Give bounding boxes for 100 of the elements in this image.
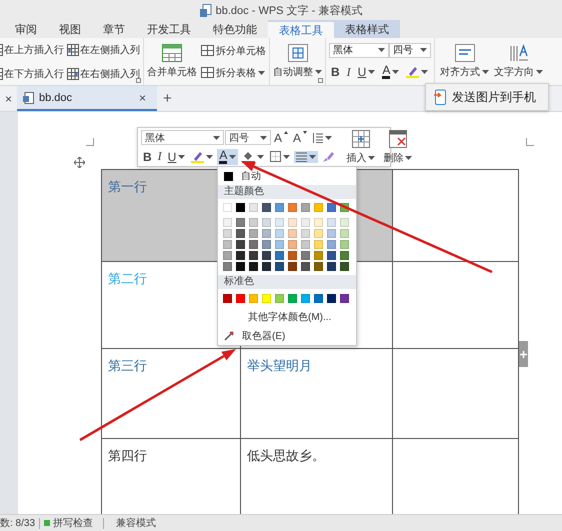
color-swatch[interactable] (224, 172, 233, 181)
ribbon-tab[interactable]: 视图 (48, 20, 92, 38)
move-handle-icon[interactable] (74, 157, 85, 168)
font-size-field[interactable]: 四号 (225, 130, 271, 145)
italic-button[interactable]: I (344, 64, 353, 80)
color-swatch[interactable] (327, 203, 336, 212)
font-color-button[interactable]: A (380, 64, 402, 80)
color-swatch[interactable] (314, 203, 323, 212)
color-swatch[interactable] (288, 203, 297, 212)
color-swatch[interactable] (262, 294, 271, 304)
color-swatch[interactable] (314, 262, 323, 272)
merge-cells-button[interactable]: 合并单元格 (147, 44, 197, 79)
color-swatch[interactable] (288, 262, 297, 272)
color-swatch[interactable] (340, 218, 349, 228)
bold-button[interactable]: B (141, 148, 154, 164)
color-swatch[interactable] (301, 262, 310, 272)
color-swatch[interactable] (301, 218, 310, 228)
close-tab-button[interactable]: × (134, 90, 152, 104)
color-swatch[interactable] (236, 229, 245, 238)
delete-button[interactable]: 删除 (381, 130, 414, 164)
color-swatch[interactable] (262, 203, 271, 212)
italic-button[interactable]: I (156, 148, 164, 165)
border-button[interactable] (268, 150, 292, 163)
send-to-phone-button[interactable]: 发送图片到手机 (425, 83, 549, 111)
color-swatch[interactable] (249, 240, 258, 250)
color-swatch[interactable] (223, 203, 232, 212)
color-swatch[interactable] (275, 218, 284, 228)
color-swatch[interactable] (288, 240, 297, 250)
highlight-button[interactable] (404, 65, 430, 79)
font-color-button[interactable]: A (217, 148, 238, 164)
color-swatch[interactable] (301, 294, 310, 304)
color-swatch[interactable] (301, 240, 310, 250)
color-swatch[interactable] (262, 218, 271, 228)
color-swatch[interactable] (275, 262, 284, 272)
ribbon-tab[interactable]: 表格工具 (268, 20, 334, 38)
underline-button[interactable]: U (166, 148, 188, 164)
ribbon-tab[interactable]: 表格样式 (334, 20, 400, 38)
insert-column-right-button[interactable]: 在右侧插入列 (67, 66, 140, 80)
color-swatch[interactable] (236, 240, 245, 250)
color-swatch[interactable] (223, 262, 232, 272)
color-swatch[interactable] (340, 240, 349, 250)
color-swatch[interactable] (275, 294, 284, 304)
color-swatch[interactable] (314, 240, 323, 250)
color-swatch[interactable] (236, 262, 245, 272)
color-swatch[interactable] (314, 229, 323, 238)
ribbon-tab[interactable]: 特色功能 (202, 20, 268, 38)
split-table-button[interactable]: 拆分表格 (201, 66, 266, 80)
color-swatch[interactable] (223, 218, 232, 228)
new-tab-button[interactable]: + (157, 86, 178, 111)
close-tab-button[interactable]: × (0, 86, 18, 111)
line-spacing-button[interactable] (310, 132, 334, 142)
color-swatch[interactable] (262, 262, 271, 272)
color-swatch[interactable] (236, 294, 245, 304)
bold-button[interactable]: B (329, 64, 342, 80)
insert-row-below-button[interactable]: 在下方插入行 (0, 66, 64, 80)
color-swatch[interactable] (288, 294, 297, 304)
highlight-button[interactable] (189, 150, 216, 164)
insert-button[interactable]: 插入 (344, 130, 378, 164)
color-swatch[interactable] (223, 251, 232, 260)
color-swatch[interactable] (236, 251, 245, 260)
split-cells-button[interactable]: 拆分单元格 (201, 44, 266, 58)
spell-check-button[interactable]: 拼写检查 (44, 516, 100, 530)
color-swatch[interactable] (327, 240, 336, 250)
color-swatch[interactable] (340, 229, 349, 238)
add-column-handle[interactable] (519, 341, 528, 367)
color-swatch[interactable] (288, 251, 297, 260)
insert-column-left-button[interactable]: 在左侧插入列 (67, 42, 140, 56)
color-swatch[interactable] (327, 229, 336, 238)
color-swatch[interactable] (262, 240, 271, 250)
color-swatch[interactable] (301, 203, 310, 212)
color-swatch[interactable] (288, 218, 297, 228)
color-swatch[interactable] (249, 203, 258, 212)
underline-button[interactable]: U (356, 64, 378, 80)
format-painter-button[interactable] (320, 150, 336, 164)
color-swatch[interactable] (314, 251, 323, 260)
font-size-field[interactable]: 四号 (389, 42, 431, 58)
color-swatch[interactable] (288, 229, 297, 238)
color-swatch[interactable] (236, 218, 245, 228)
color-swatch[interactable] (301, 229, 310, 238)
align-button[interactable] (294, 150, 318, 162)
color-swatch[interactable] (275, 203, 284, 212)
color-swatch[interactable] (262, 229, 271, 238)
color-swatch[interactable] (249, 294, 258, 304)
color-swatch[interactable] (275, 251, 284, 260)
color-swatch[interactable] (340, 294, 349, 304)
color-swatch[interactable] (236, 203, 245, 212)
ribbon-tab[interactable]: 审阅 (4, 20, 48, 38)
color-swatch[interactable] (327, 262, 336, 272)
document-tab[interactable]: bb.doc × (17, 86, 158, 111)
color-swatch[interactable] (327, 294, 336, 304)
more-colors-option[interactable]: 其他字体颜色(M)... (218, 306, 356, 327)
color-swatch[interactable] (340, 251, 349, 260)
color-swatch[interactable] (249, 229, 258, 238)
color-swatch[interactable] (314, 294, 323, 304)
color-swatch[interactable] (249, 218, 258, 228)
color-swatch[interactable] (223, 229, 232, 238)
text-direction-button[interactable]: 文字方向 (494, 44, 543, 79)
color-swatch[interactable] (340, 262, 349, 272)
font-name-field[interactable]: 黑体 (329, 42, 389, 58)
color-swatch[interactable] (249, 262, 258, 272)
